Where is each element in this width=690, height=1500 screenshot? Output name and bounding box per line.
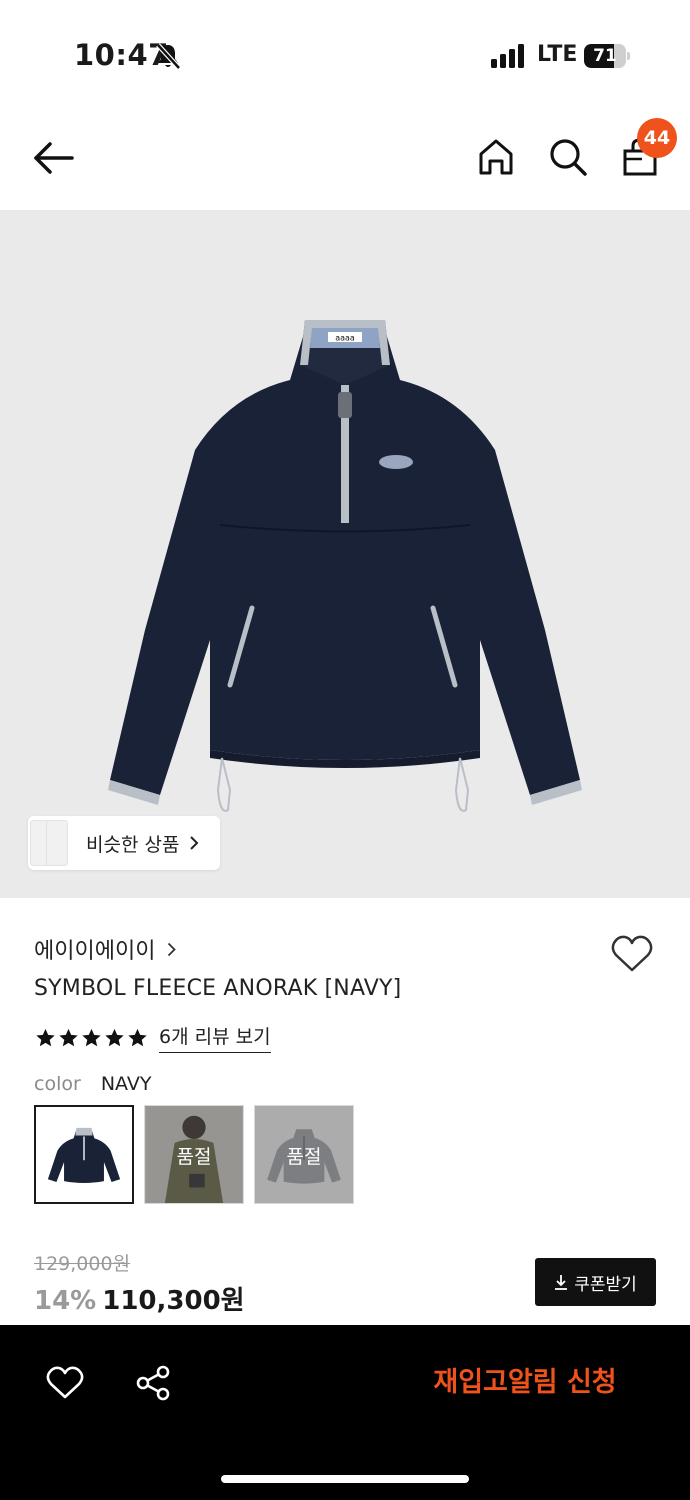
similar-products-button[interactable]: 비슷한 상품	[28, 816, 220, 870]
coupon-button[interactable]: 쿠폰받기	[535, 1258, 656, 1306]
similar-products-label: 비슷한 상품	[86, 833, 180, 856]
navy-jacket-thumbnail	[36, 1107, 132, 1202]
sold-out-label: 품절	[176, 1146, 212, 1168]
home-indicator	[221, 1475, 469, 1483]
home-icon[interactable]	[476, 137, 516, 177]
star-icon	[82, 1028, 101, 1046]
rating-row: 6개 리뷰 보기	[34, 1022, 271, 1053]
top-nav-bar	[0, 110, 690, 210]
reviews-link[interactable]: 6개 리뷰 보기	[159, 1022, 271, 1053]
final-price: 110,300원	[102, 1286, 245, 1316]
jacket-logo-text: aaaa	[335, 334, 355, 343]
bottom-action-bar: 재입고알림 신청	[0, 1325, 690, 1500]
battery-icon: 71	[584, 44, 630, 68]
rating-stars	[34, 1027, 149, 1049]
product-hero-image[interactable]: aaaa 비슷한 상품	[0, 210, 690, 898]
chevron-right-icon	[168, 942, 177, 956]
color-label: color	[34, 1073, 81, 1095]
swatch-gray[interactable]: 품절	[254, 1105, 354, 1204]
download-icon	[555, 1275, 568, 1290]
star-icon	[36, 1028, 55, 1046]
price-row: 14% 110,300원	[34, 1280, 245, 1317]
product-title: SYMBOL FLEECE ANORAK [NAVY]	[34, 976, 402, 1001]
star-icon	[59, 1028, 78, 1046]
brand-name: 에이이에이이	[34, 939, 156, 964]
color-row: color NAVY	[34, 1073, 151, 1095]
sold-out-label: 품절	[286, 1146, 322, 1168]
battery-level: 71	[593, 46, 617, 66]
network-type: LTE	[537, 42, 578, 67]
similar-products-thumbnails	[30, 816, 74, 870]
share-icon[interactable]	[135, 1365, 171, 1401]
search-icon[interactable]	[548, 137, 588, 177]
swatch-navy[interactable]	[34, 1105, 134, 1204]
original-price: 129,000원	[34, 1253, 131, 1275]
status-bar: 10:47 LTE 71	[0, 0, 690, 110]
signal-icon	[491, 44, 524, 68]
back-arrow-icon[interactable]	[32, 138, 76, 178]
swatch-khaki[interactable]: 품절	[144, 1105, 244, 1204]
star-icon	[105, 1028, 124, 1046]
jacket-image: aaaa	[108, 320, 582, 812]
chevron-right-icon	[190, 836, 199, 850]
heart-icon[interactable]	[610, 934, 654, 974]
color-swatches: 품절 품절	[34, 1105, 364, 1204]
bell-off-icon	[156, 43, 181, 70]
coupon-label: 쿠폰받기	[574, 1274, 637, 1295]
brand-link[interactable]: 에이이에이이	[34, 933, 177, 965]
cart-count-badge: 44	[637, 118, 677, 158]
restock-alert-button[interactable]: 재입고알림 신청	[400, 1361, 650, 1405]
star-icon	[128, 1028, 147, 1046]
heart-icon[interactable]	[46, 1366, 84, 1400]
color-value: NAVY	[100, 1073, 152, 1095]
discount-rate: 14%	[34, 1286, 97, 1316]
